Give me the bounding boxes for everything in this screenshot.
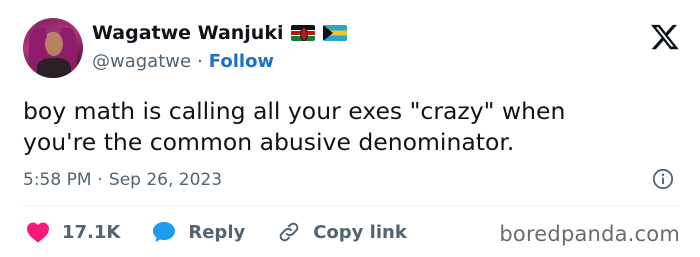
tweet-time: 5:58 PM: [23, 170, 92, 190]
follow-button[interactable]: Follow: [209, 51, 274, 72]
watermark: boredpanda.com: [499, 222, 680, 246]
tweet-actions: 17.1K Reply Copy link: [26, 220, 439, 244]
copy-link-label: Copy link: [313, 221, 407, 243]
link-icon: [279, 222, 299, 242]
like-button[interactable]: 17.1K: [26, 221, 120, 243]
like-count: 17.1K: [62, 221, 121, 243]
copy-link-button[interactable]: Copy link: [277, 220, 407, 244]
tweet-timestamp[interactable]: 5:58 PM · Sep 26, 2023: [23, 170, 222, 190]
tweet-text: boy math is calling all your exes "crazy…: [23, 97, 566, 156]
tweet-date: Sep 26, 2023: [108, 170, 223, 190]
info-icon[interactable]: [652, 168, 674, 190]
author-handle-row: @wagatwe · Follow: [92, 51, 274, 72]
reply-bubble-icon: [153, 222, 176, 242]
timestamp-separator: ·: [97, 170, 103, 190]
avatar-face: [45, 32, 63, 56]
reply-label: Reply: [188, 221, 246, 243]
kenya-flag-icon: [291, 25, 316, 41]
avatar-body: [37, 58, 71, 78]
divider: [23, 205, 680, 206]
avatar[interactable]: [23, 18, 83, 78]
author-name-row: Wagatwe Wanjuki: [92, 22, 348, 44]
heart-icon: [27, 222, 49, 243]
bahamas-flag-icon: [323, 25, 348, 41]
author-display-name[interactable]: Wagatwe Wanjuki: [92, 22, 283, 44]
author-handle[interactable]: @wagatwe: [92, 51, 191, 72]
reply-button[interactable]: Reply: [152, 221, 245, 243]
handle-separator: ·: [197, 51, 203, 72]
x-logo-icon[interactable]: [650, 22, 680, 52]
